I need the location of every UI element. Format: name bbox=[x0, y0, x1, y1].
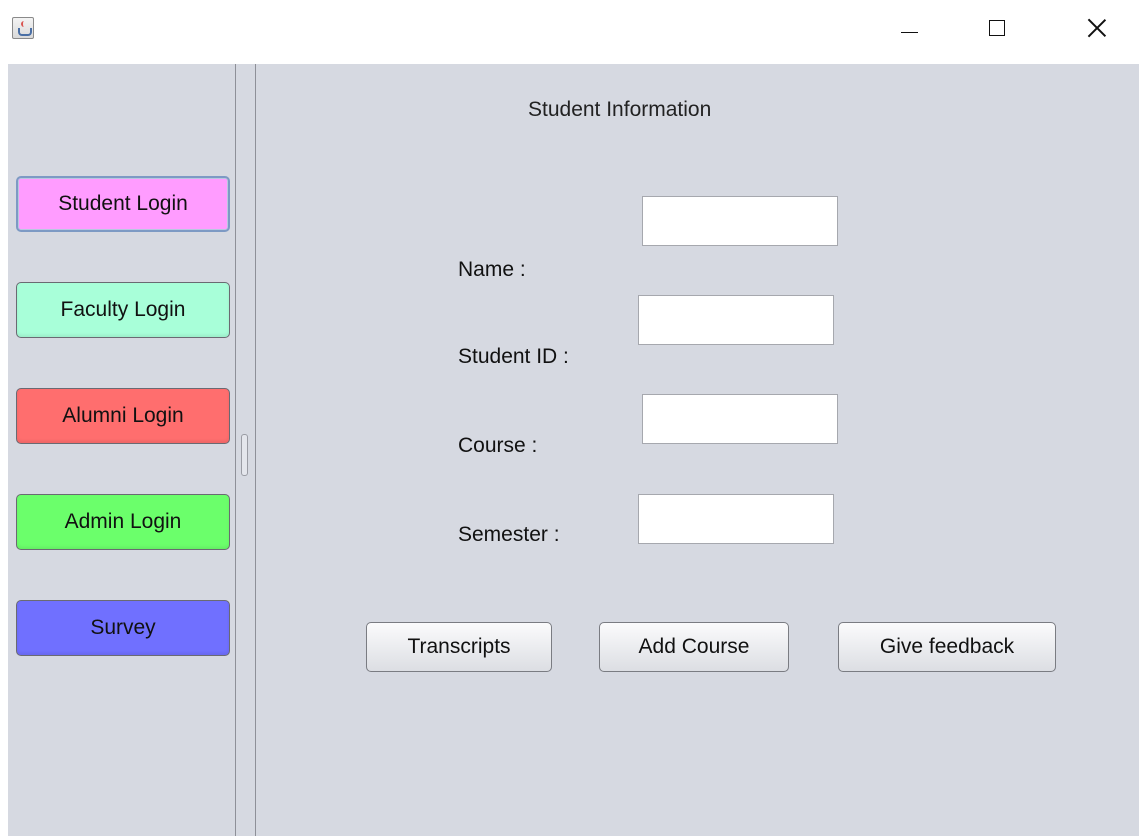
name-label: Name : bbox=[458, 258, 526, 281]
application-window: Student Login Faculty Login Alumni Login… bbox=[0, 0, 1139, 836]
student-id-label: Student ID : bbox=[458, 345, 569, 368]
close-icon bbox=[1087, 18, 1107, 38]
content-area: Student Login Faculty Login Alumni Login… bbox=[8, 64, 1139, 836]
java-cup-shape bbox=[18, 28, 32, 36]
java-steam-shape bbox=[21, 21, 27, 27]
student-id-input[interactable] bbox=[638, 295, 834, 345]
name-input[interactable] bbox=[642, 196, 838, 246]
semester-label: Semester : bbox=[458, 523, 560, 546]
give-feedback-button[interactable]: Give feedback bbox=[838, 622, 1056, 672]
add-course-button[interactable]: Add Course bbox=[599, 622, 789, 672]
split-pane-divider[interactable] bbox=[235, 64, 256, 836]
java-app-icon bbox=[12, 17, 34, 39]
faculty-login-button[interactable]: Faculty Login bbox=[16, 282, 230, 338]
form-title: Student Information bbox=[528, 98, 712, 121]
maximize-button[interactable] bbox=[968, 0, 1026, 56]
course-label: Course : bbox=[458, 434, 538, 457]
alumni-login-button[interactable]: Alumni Login bbox=[16, 388, 230, 444]
survey-button[interactable]: Survey bbox=[16, 600, 230, 656]
maximize-icon bbox=[989, 20, 1005, 36]
splitter-grip-icon[interactable] bbox=[241, 434, 248, 476]
title-bar bbox=[0, 0, 1139, 64]
semester-input[interactable] bbox=[638, 494, 834, 544]
student-login-button[interactable]: Student Login bbox=[16, 176, 230, 232]
minimize-button[interactable] bbox=[880, 0, 938, 56]
close-button[interactable] bbox=[1068, 0, 1126, 56]
sidebar-panel: Student Login Faculty Login Alumni Login… bbox=[8, 64, 235, 836]
transcripts-button[interactable]: Transcripts bbox=[366, 622, 552, 672]
minimize-icon bbox=[900, 31, 918, 33]
course-input[interactable] bbox=[642, 394, 838, 444]
admin-login-button[interactable]: Admin Login bbox=[16, 494, 230, 550]
